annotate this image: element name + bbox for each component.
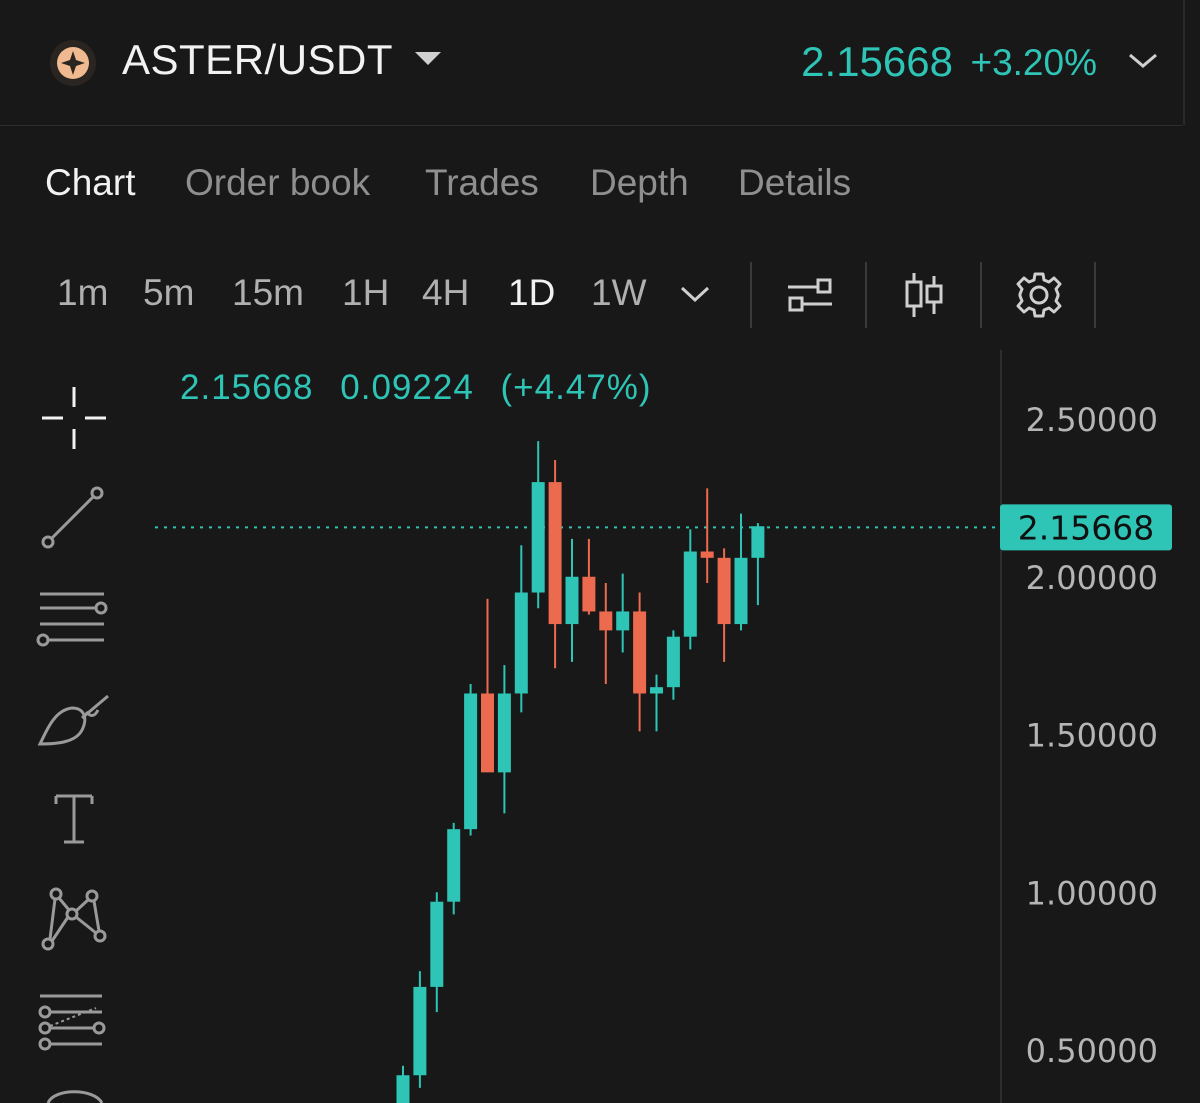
- candle-down: [717, 557, 731, 625]
- candle-up: [565, 576, 579, 625]
- price-axis-label: 2.00000: [1026, 559, 1158, 597]
- candle-up: [650, 687, 663, 694]
- candle-up: [531, 482, 545, 593]
- candlestick-chart[interactable]: 2.50000 2.00000 1.50000 1.00000 0.50000 2.15…: [0, 0, 1200, 1103]
- candle-up: [464, 693, 478, 830]
- candle-up: [734, 557, 748, 625]
- candle-up: [430, 901, 444, 987]
- price-axis-label: 0.50000: [1026, 1032, 1158, 1070]
- candle-up: [616, 611, 630, 631]
- candle-up: [447, 829, 461, 902]
- candle-down: [700, 551, 714, 558]
- price-axis-label: 1.50000: [1026, 717, 1158, 755]
- price-axis-label: 1.00000: [1026, 874, 1158, 912]
- candle-up: [514, 592, 528, 694]
- candle-down: [599, 611, 613, 631]
- candle-up: [666, 636, 680, 688]
- candle-up: [683, 551, 697, 637]
- price-axis-label: 2.50000: [1026, 401, 1158, 439]
- candle-down: [481, 693, 494, 773]
- candle-up: [497, 693, 511, 773]
- candle-up: [396, 1075, 410, 1103]
- candle-up: [751, 526, 765, 558]
- last-price-tag-label: 2.15668: [1018, 508, 1154, 547]
- candles: [396, 441, 765, 1103]
- candle-down: [548, 482, 562, 625]
- candle-down: [582, 576, 596, 612]
- candle-up: [413, 986, 427, 1076]
- price-axis: 2.50000 2.00000 1.50000 1.00000 0.50000: [1026, 401, 1158, 1070]
- candle-down: [633, 611, 647, 694]
